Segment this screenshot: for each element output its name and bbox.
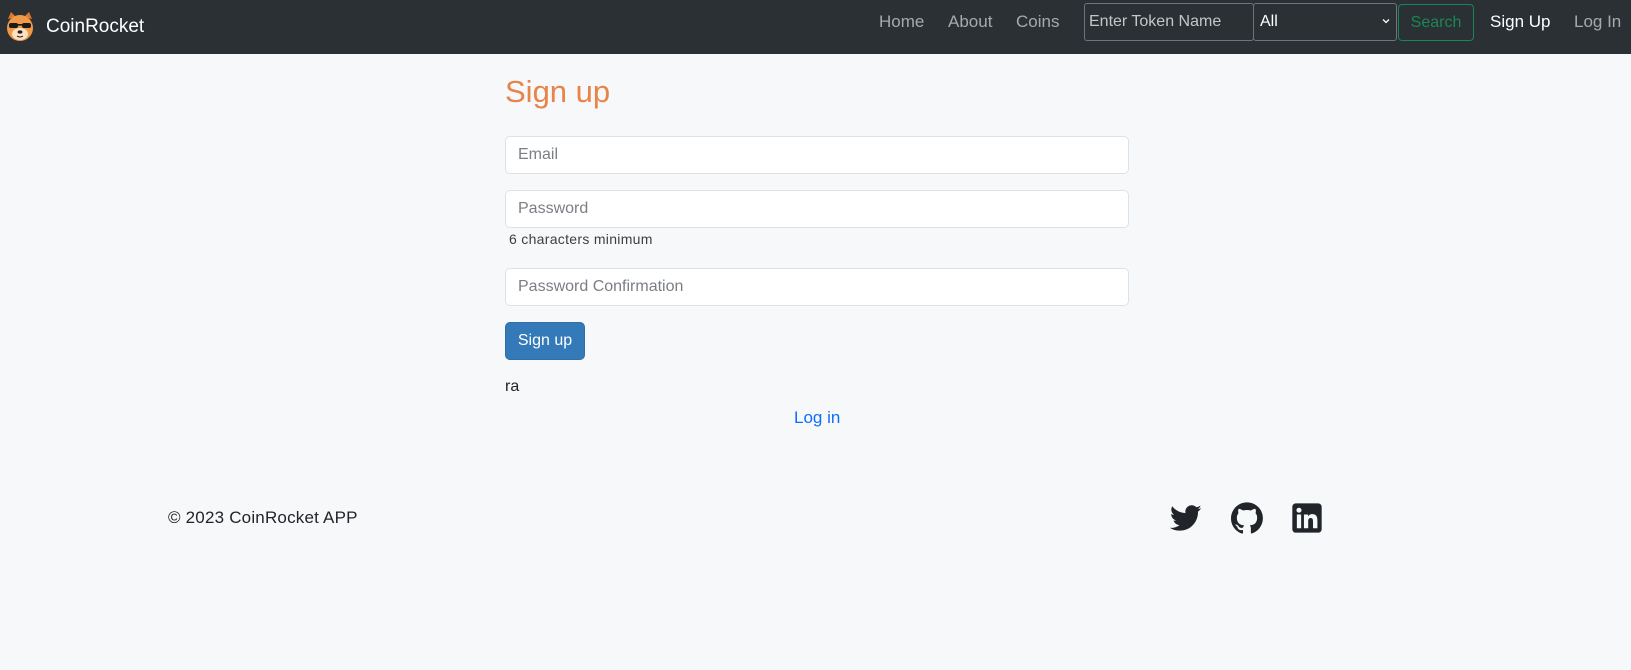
nav-link-home[interactable]: Home	[879, 12, 924, 32]
doge-logo-icon	[7, 12, 33, 41]
nav-link-about[interactable]: About	[948, 12, 992, 32]
password-confirmation-field[interactable]	[505, 268, 1129, 306]
select-value: All	[1260, 13, 1278, 30]
token-type-select[interactable]: All	[1253, 3, 1397, 41]
nav-link-signup[interactable]: Sign Up	[1490, 12, 1550, 32]
search-button[interactable]: Search	[1398, 4, 1474, 41]
signup-submit-button[interactable]: Sign up	[505, 322, 585, 360]
email-field[interactable]	[505, 136, 1129, 174]
chevron-down-icon	[1382, 19, 1390, 24]
github-icon[interactable]	[1231, 502, 1263, 534]
nav-link-login[interactable]: Log In	[1574, 12, 1621, 32]
page-title: Sign up	[505, 74, 611, 109]
nav-link-coins[interactable]: Coins	[1016, 12, 1059, 32]
extra-text: ra	[505, 378, 520, 395]
navbar: CoinRocket Home About Coins All Search S…	[0, 0, 1631, 54]
password-field[interactable]	[505, 190, 1129, 228]
twitter-icon[interactable]	[1170, 502, 1202, 534]
copyright-text: © 2023 CoinRocket APP	[168, 508, 358, 527]
linkedin-icon[interactable]	[1291, 502, 1323, 534]
password-hint: 6 characters minimum	[509, 231, 653, 247]
token-search-input[interactable]	[1084, 3, 1254, 41]
brand-name: CoinRocket	[46, 16, 145, 37]
login-link[interactable]: Log in	[794, 408, 840, 428]
brand-link[interactable]: CoinRocket	[4, 7, 144, 47]
